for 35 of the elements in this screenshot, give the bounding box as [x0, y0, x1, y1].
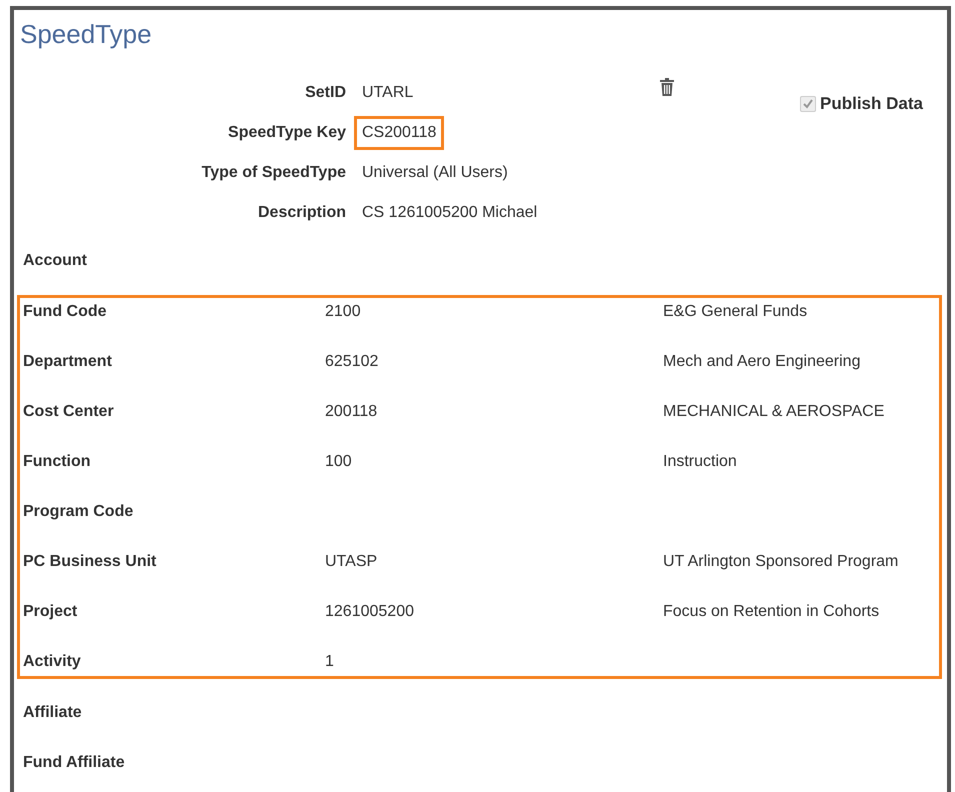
- row-description: E&G General Funds: [663, 303, 808, 321]
- field-value: UTARL: [361, 83, 414, 103]
- row-label: Cost Center: [23, 403, 114, 421]
- row-label: Fund Affiliate: [23, 754, 125, 772]
- row-label: PC Business Unit: [23, 553, 156, 571]
- field-label: SetID: [305, 83, 346, 103]
- delete-icon[interactable]: [660, 78, 674, 96]
- row-code: 200118: [325, 403, 378, 421]
- field-label: Description: [258, 203, 346, 223]
- row-label: Fund Code: [23, 303, 107, 321]
- page-title: SpeedType: [20, 18, 153, 50]
- row-label: Program Code: [23, 503, 134, 521]
- row-code: 100: [325, 453, 352, 471]
- row-label: Function: [23, 453, 91, 471]
- field-label: Type of SpeedType: [202, 163, 346, 183]
- row-code: UTASP: [325, 553, 378, 571]
- row-code: 2100: [325, 303, 361, 321]
- row-code: 625102: [325, 353, 378, 371]
- row-label: Department: [23, 353, 112, 371]
- row-code: 1: [325, 653, 334, 671]
- checkbox-label: Publish Data: [820, 94, 923, 114]
- row-description: Instruction: [663, 453, 737, 471]
- row-description: UT Arlington Sponsored Program: [663, 553, 898, 571]
- row-description: Focus on Retention in Cohorts: [663, 603, 880, 621]
- row-label: Affiliate: [23, 704, 82, 722]
- field-label: SpeedType Key: [228, 123, 346, 143]
- row-code: 1261005200: [325, 603, 414, 621]
- row-label: Account: [23, 252, 87, 270]
- row-description: Mech and Aero Engineering: [663, 353, 860, 371]
- row-label: Activity: [23, 653, 81, 671]
- row-label: Project: [23, 603, 78, 621]
- row-description: MECHANICAL & AEROSPACE: [663, 403, 884, 421]
- field-value: CS200118: [354, 116, 444, 150]
- field-value: Universal (All Users): [361, 163, 509, 183]
- field-value: CS 1261005200 Michael: [361, 203, 538, 223]
